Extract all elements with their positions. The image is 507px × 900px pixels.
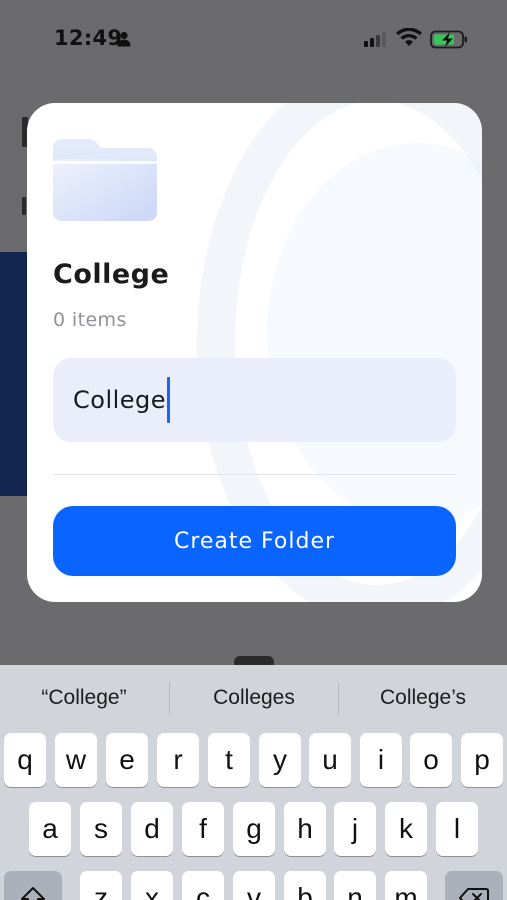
key-i[interactable]: i <box>360 733 402 787</box>
key-t[interactable]: t <box>208 733 250 787</box>
key-z[interactable]: z <box>80 871 122 900</box>
text-caret <box>167 377 171 423</box>
key-y[interactable]: y <box>259 733 301 787</box>
folder-title: College <box>53 259 170 290</box>
key-o[interactable]: o <box>410 733 452 787</box>
wifi-icon <box>396 28 422 46</box>
key-g[interactable]: g <box>233 802 275 856</box>
key-f[interactable]: f <box>182 802 224 856</box>
key-p[interactable]: p <box>461 733 503 787</box>
keyboard: “College” Colleges College’s q w e r t y… <box>0 665 507 900</box>
divider <box>53 474 456 475</box>
background-text-fragment <box>22 197 26 215</box>
key-w[interactable]: w <box>55 733 97 787</box>
key-h[interactable]: h <box>284 802 326 856</box>
status-time: 12:49 <box>54 26 123 50</box>
shift-icon <box>21 887 45 900</box>
key-c[interactable]: c <box>182 871 224 900</box>
background-card <box>0 252 27 496</box>
folder-name-input[interactable]: College <box>53 358 456 442</box>
key-u[interactable]: u <box>309 733 351 787</box>
person-icon <box>117 31 131 47</box>
suggestion-possessive[interactable]: College’s <box>339 665 507 731</box>
key-r[interactable]: r <box>157 733 199 787</box>
folder-icon <box>53 139 157 221</box>
create-folder-dialog: College 0 items College Create Folder <box>27 103 482 602</box>
key-d[interactable]: d <box>131 802 173 856</box>
key-k[interactable]: k <box>385 802 427 856</box>
key-s[interactable]: s <box>80 802 122 856</box>
key-e[interactable]: e <box>106 733 148 787</box>
status-indicators <box>364 28 467 49</box>
create-folder-button[interactable]: Create Folder <box>53 506 456 576</box>
folder-name-value: College <box>73 386 167 414</box>
key-m[interactable]: m <box>385 871 427 900</box>
suggestion-plural[interactable]: Colleges <box>170 665 338 731</box>
key-x[interactable]: x <box>131 871 173 900</box>
cellular-signal-icon <box>364 32 386 47</box>
backspace-icon <box>459 888 489 900</box>
suggestion-quoted[interactable]: “College” <box>0 665 168 731</box>
key-b[interactable]: b <box>284 871 326 900</box>
status-bar: 12:49 <box>0 0 507 80</box>
key-n[interactable]: n <box>334 871 376 900</box>
key-q[interactable]: q <box>4 733 46 787</box>
shift-key[interactable] <box>4 871 62 900</box>
item-count: 0 items <box>53 309 127 331</box>
suggestion-bar: “College” Colleges College’s <box>0 665 507 731</box>
battery-charging-icon <box>430 30 467 49</box>
key-l[interactable]: l <box>436 802 478 856</box>
key-j[interactable]: j <box>334 802 376 856</box>
key-v[interactable]: v <box>233 871 275 900</box>
key-a[interactable]: a <box>29 802 71 856</box>
delete-key[interactable] <box>445 871 503 900</box>
